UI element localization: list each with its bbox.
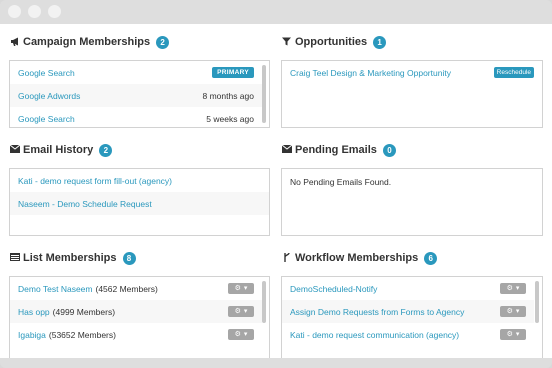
opportunities-header: Opportunities 1 xyxy=(281,33,387,51)
list-actions-button[interactable]: ⚙ ▾ xyxy=(228,306,254,317)
list-item[interactable]: Kati - demo request form fill-out (agenc… xyxy=(10,169,269,192)
email-history-count-badge: 2 xyxy=(99,143,113,157)
chevron-down-icon: ▾ xyxy=(515,308,520,315)
list-memberships-count-badge: 8 xyxy=(122,251,136,265)
workflow-memberships-list: DemoScheduled-Notify ⚙ ▾ Assign Demo Req… xyxy=(281,276,543,358)
chevron-down-icon: ▾ xyxy=(515,285,520,292)
email-history-list: Kati - demo request form fill-out (agenc… xyxy=(9,168,270,236)
opportunities-title: Opportunities xyxy=(295,36,368,48)
campaign-memberships-list: Google Search PRIMARY Google Adwords 8 m… xyxy=(9,60,270,128)
list-item[interactable]: Craig Teel Design & Marketing Opportunit… xyxy=(282,61,542,84)
chevron-down-icon: ▾ xyxy=(515,331,520,338)
window-maximize-button[interactable] xyxy=(48,5,61,18)
email-history-header: Email History 2 xyxy=(9,141,113,159)
list-icon xyxy=(9,253,20,263)
window-titlebar xyxy=(0,0,552,24)
list-link[interactable]: Igabiga xyxy=(18,330,46,340)
list-item[interactable]: Has opp (4999 Members) ⚙ ▾ xyxy=(10,300,262,323)
campaign-memberships-section: Campaign Memberships 2 Google Search PRI… xyxy=(9,33,270,137)
page-content: Campaign Memberships 2 Google Search PRI… xyxy=(0,24,552,358)
gear-icon: ⚙ xyxy=(234,308,241,315)
envelope-icon xyxy=(9,144,20,155)
campaign-link[interactable]: Google Search xyxy=(18,68,75,78)
envelope-icon xyxy=(281,144,292,155)
empty-state-text: No Pending Emails Found. xyxy=(290,177,392,187)
gear-icon: ⚙ xyxy=(506,285,513,292)
scrollbar[interactable] xyxy=(262,281,266,323)
filter-icon xyxy=(281,37,292,48)
workflow-link[interactable]: Kati - demo request communication (agenc… xyxy=(290,330,459,340)
pending-emails-section: Pending Emails 0 No Pending Emails Found… xyxy=(281,141,543,241)
opportunities-list: Craig Teel Design & Marketing Opportunit… xyxy=(281,60,543,128)
workflow-actions-button[interactable]: ⚙ ▾ xyxy=(500,283,526,294)
list-item[interactable]: Assign Demo Requests from Forms to Agenc… xyxy=(282,300,534,323)
email-link[interactable]: Kati - demo request form fill-out (agenc… xyxy=(18,176,172,186)
campaign-memberships-count-badge: 2 xyxy=(156,35,170,49)
scrollbar[interactable] xyxy=(262,65,266,123)
email-history-title: Email History xyxy=(23,144,94,156)
campaign-memberships-title: Campaign Memberships xyxy=(23,36,151,48)
list-item[interactable]: Igabiga (53652 Members) ⚙ ▾ xyxy=(10,323,262,346)
workflow-actions-button[interactable]: ⚙ ▾ xyxy=(500,329,526,340)
opportunity-link[interactable]: Craig Teel Design & Marketing Opportunit… xyxy=(290,68,451,78)
list-link[interactable]: Demo Test Naseem xyxy=(18,284,92,294)
opportunities-section: Opportunities 1 Craig Teel Design & Mark… xyxy=(281,33,543,137)
list-item[interactable]: Google Search 5 weeks ago xyxy=(10,107,262,127)
primary-badge: PRIMARY xyxy=(212,67,254,78)
campaign-memberships-header: Campaign Memberships 2 xyxy=(9,33,170,51)
workflow-memberships-title: Workflow Memberships xyxy=(295,252,419,264)
chevron-down-icon: ▾ xyxy=(243,285,248,292)
gear-icon: ⚙ xyxy=(506,331,513,338)
email-link[interactable]: Naseem - Demo Schedule Request xyxy=(18,199,152,209)
member-count: (4999 Members) xyxy=(52,306,116,317)
list-item[interactable]: Google Adwords 8 months ago xyxy=(10,84,262,107)
list-item[interactable]: Kati - demo request communication (agenc… xyxy=(282,323,534,346)
reschedule-badge: Reschedule xyxy=(493,67,534,78)
pending-emails-count-badge: 0 xyxy=(382,143,396,157)
workflow-actions-button[interactable]: ⚙ ▾ xyxy=(500,306,526,317)
workflow-memberships-count-badge: 6 xyxy=(424,251,438,265)
list-item[interactable]: Demo Test Naseem (4562 Members) ⚙ ▾ xyxy=(10,277,262,300)
membership-age: 8 months ago xyxy=(202,90,254,101)
list-item[interactable]: DemoScheduled-Notify ⚙ ▾ xyxy=(282,277,534,300)
window-minimize-button[interactable] xyxy=(28,5,41,18)
list-memberships-header: List Memberships 8 xyxy=(9,249,136,267)
gear-icon: ⚙ xyxy=(234,331,241,338)
list-actions-button[interactable]: ⚙ ▾ xyxy=(228,329,254,340)
list-link[interactable]: Has opp xyxy=(18,307,50,317)
browser-window: Campaign Memberships 2 Google Search PRI… xyxy=(0,0,552,368)
pending-emails-box: No Pending Emails Found. xyxy=(281,168,543,236)
member-count: (53652 Members) xyxy=(48,329,116,340)
megaphone-icon xyxy=(9,37,20,48)
list-item[interactable]: Google Search PRIMARY xyxy=(10,61,262,84)
list-actions-button[interactable]: ⚙ ▾ xyxy=(228,283,254,294)
scrollbar[interactable] xyxy=(535,281,539,323)
campaign-link[interactable]: Google Search xyxy=(18,114,75,124)
list-memberships-title: List Memberships xyxy=(23,252,117,264)
chevron-down-icon: ▾ xyxy=(243,331,248,338)
pending-emails-title: Pending Emails xyxy=(295,144,377,156)
membership-age: 5 weeks ago xyxy=(206,113,254,124)
list-item[interactable]: Naseem - Demo Schedule Request xyxy=(10,192,269,215)
gear-icon: ⚙ xyxy=(234,285,241,292)
workflow-memberships-section: Workflow Memberships 6 DemoScheduled-Not… xyxy=(281,249,543,358)
workflow-link[interactable]: DemoScheduled-Notify xyxy=(290,284,377,294)
branch-icon xyxy=(281,252,292,264)
opportunities-count-badge: 1 xyxy=(373,35,387,49)
list-memberships-section: List Memberships 8 Demo Test Naseem (456… xyxy=(9,249,270,358)
window-close-button[interactable] xyxy=(8,5,21,18)
campaign-link[interactable]: Google Adwords xyxy=(18,91,80,101)
list-memberships-list: Demo Test Naseem (4562 Members) ⚙ ▾ Has … xyxy=(9,276,270,358)
workflow-link[interactable]: Assign Demo Requests from Forms to Agenc… xyxy=(290,307,464,317)
pending-emails-header: Pending Emails 0 xyxy=(281,141,396,159)
member-count: (4562 Members) xyxy=(95,283,158,294)
gear-icon: ⚙ xyxy=(506,308,513,315)
workflow-memberships-header: Workflow Memberships 6 xyxy=(281,249,438,267)
chevron-down-icon: ▾ xyxy=(243,308,248,315)
email-history-section: Email History 2 Kati - demo request form… xyxy=(9,141,270,241)
